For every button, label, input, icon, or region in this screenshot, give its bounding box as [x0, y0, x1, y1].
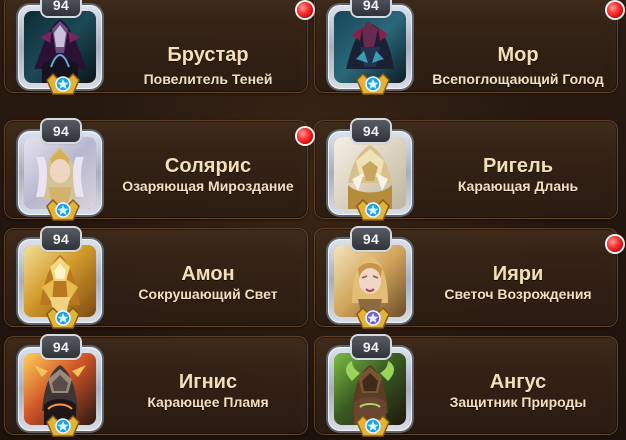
rank-emblem-icon — [353, 196, 393, 224]
notification-dot-icon — [297, 128, 313, 144]
hero-name: Солярис — [164, 155, 252, 177]
hero-card-solaris[interactable]: 94 Солярис Озаряющая Мироздание — [4, 120, 313, 221]
notification-dot-icon — [607, 2, 623, 18]
level-badge: 94 — [42, 120, 80, 142]
hero-title: Карающее Пламя — [147, 394, 269, 410]
rank-emblem-icon — [43, 412, 83, 440]
level-badge: 94 — [42, 0, 80, 16]
notification-dot-icon — [607, 236, 623, 252]
hero-card-angus[interactable]: 94 Ангус Защитник Природы — [314, 336, 618, 437]
hero-name: Брустар — [167, 44, 249, 66]
hero-title: Сокрушающий Свет — [138, 286, 278, 302]
hero-name: Мор — [497, 44, 539, 66]
rank-emblem-icon — [353, 70, 393, 98]
hero-portrait[interactable]: 94 — [328, 120, 412, 221]
hero-portrait[interactable]: 94 — [328, 0, 412, 95]
hero-portrait[interactable]: 94 — [328, 336, 412, 437]
hero-title: Повелитель Теней — [143, 71, 273, 87]
hero-card-mor[interactable]: 94 Мор Всепоглощающий Голод — [314, 0, 623, 95]
hero-name: Ангус — [489, 371, 547, 393]
hero-title: Светоч Возрождения — [444, 286, 592, 302]
hero-portrait[interactable]: 94 — [18, 0, 102, 95]
rank-emblem-icon — [43, 70, 83, 98]
hero-card-rigel[interactable]: 94 Ригель Карающая Длань — [314, 120, 618, 221]
hero-title: Защитник Природы — [449, 394, 587, 410]
level-badge: 94 — [42, 228, 80, 250]
hero-card-brustar[interactable]: 94 Брустар Повелитель Теней — [4, 0, 313, 95]
hero-portrait[interactable]: 94 — [18, 336, 102, 437]
level-badge: 94 — [352, 336, 390, 358]
hero-name: Амон — [181, 263, 235, 285]
rank-emblem-icon — [353, 304, 393, 332]
hero-card-ignis[interactable]: 94 Игнис Карающее Пламя — [4, 336, 308, 437]
hero-grid: 94 Брустар Повелитель Теней 94 Мор Всепо… — [0, 0, 626, 440]
hero-portrait[interactable]: 94 — [328, 228, 412, 329]
level-badge: 94 — [352, 228, 390, 250]
hero-name: Ригель — [482, 155, 554, 177]
hero-title: Карающая Длань — [457, 178, 579, 194]
hero-card-amon[interactable]: 94 Амон Сокрушающий Свет — [4, 228, 308, 329]
hero-title: Всепоглощающий Голод — [432, 71, 604, 87]
notification-dot-icon — [297, 2, 313, 18]
rank-emblem-icon — [43, 196, 83, 224]
level-badge: 94 — [352, 0, 390, 16]
rank-emblem-icon — [43, 304, 83, 332]
hero-name: Игнис — [178, 371, 238, 393]
hero-card-iyari[interactable]: 94 Ияри Светоч Возрождения — [314, 228, 623, 329]
hero-title: Озаряющая Мироздание — [122, 178, 294, 194]
hero-portrait[interactable]: 94 — [18, 120, 102, 221]
rank-emblem-icon — [353, 412, 393, 440]
level-badge: 94 — [42, 336, 80, 358]
hero-portrait[interactable]: 94 — [18, 228, 102, 329]
level-badge: 94 — [352, 120, 390, 142]
hero-name: Ияри — [492, 263, 544, 285]
